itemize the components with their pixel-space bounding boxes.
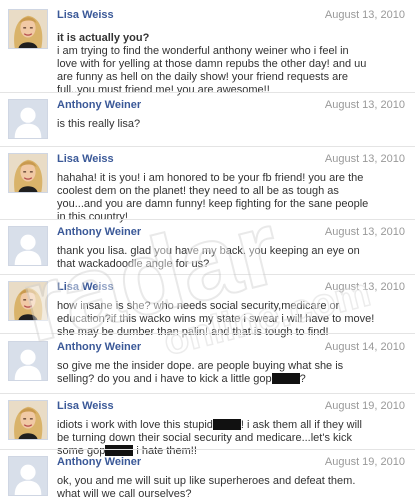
sender-name-link[interactable]: Anthony Weiner xyxy=(57,99,141,112)
message-text-line: that wackadoodle angle for us? xyxy=(57,258,210,270)
sender-name-link[interactable]: Anthony Weiner xyxy=(57,456,141,469)
sender-name-link[interactable]: Lisa Weiss xyxy=(57,281,114,294)
profile-photo-avatar[interactable] xyxy=(8,400,48,440)
message-item: Anthony Weiner August 13, 2010 is this rea… xyxy=(0,99,415,139)
message-divider xyxy=(0,219,415,220)
sender-name-link[interactable]: Lisa Weiss xyxy=(57,9,114,22)
message-item: Lisa Weiss August 13, 2010 hahaha! it is y… xyxy=(0,153,415,224)
message-item: Lisa Weiss August 13, 2010 how insane is s… xyxy=(0,281,415,339)
profile-photo-avatar[interactable] xyxy=(8,281,48,321)
user-silhouette-icon xyxy=(9,342,47,380)
sender-name-link[interactable]: Lisa Weiss xyxy=(57,153,114,166)
profile-photo-avatar[interactable] xyxy=(8,9,48,49)
message-text-line: love with for yelling at those damn repu… xyxy=(57,58,367,70)
message-date: August 13, 2010 xyxy=(324,99,405,111)
default-profile-avatar[interactable] xyxy=(8,99,48,139)
redaction-bar xyxy=(271,373,300,384)
message-date: August 13, 2010 xyxy=(324,281,405,293)
message-text-line: what will we call ourselves? xyxy=(57,488,192,500)
message-text-line: it is actually you? xyxy=(57,32,150,44)
message-item: Anthony Weiner August 19, 2010 ok, you and… xyxy=(0,456,415,501)
profile-photo-avatar[interactable] xyxy=(8,153,48,193)
message-text-line: be turning down their social security an… xyxy=(57,432,352,444)
user-silhouette-icon xyxy=(9,227,47,265)
sender-name-link[interactable]: Anthony Weiner xyxy=(57,226,141,239)
message-divider xyxy=(0,92,415,93)
message-item: Anthony Weiner August 14, 2010 so give me … xyxy=(0,341,415,386)
message-thread: Lisa Weiss August 13, 2010 it is actually … xyxy=(0,0,415,502)
message-text-line: coolest dem on the planet! they need to … xyxy=(57,185,339,197)
message-item: Lisa Weiss August 13, 2010 it is actually … xyxy=(0,9,415,97)
message-text-line: is this really lisa? xyxy=(57,118,141,130)
message-divider xyxy=(0,393,415,394)
default-profile-avatar[interactable] xyxy=(8,226,48,266)
message-text-line: in this country! xyxy=(57,211,128,223)
message-item: Anthony Weiner August 13, 2010 thank you l… xyxy=(0,226,415,271)
redaction-bar xyxy=(105,445,134,456)
default-profile-avatar[interactable] xyxy=(8,341,48,381)
message-text-line: hahaha! it is you! i am honored to be yo… xyxy=(57,172,364,184)
message-date: August 13, 2010 xyxy=(324,226,405,238)
profile-photo-icon xyxy=(9,282,47,320)
profile-photo-icon xyxy=(9,154,47,192)
message-text-line: idiots i work with love this stupid! i a… xyxy=(57,419,362,431)
message-text-line: ok, you and me will suit up like superhe… xyxy=(57,475,356,487)
message-divider xyxy=(0,146,415,147)
message-date: August 13, 2010 xyxy=(324,9,405,21)
profile-photo-icon xyxy=(9,401,47,439)
sender-name-link[interactable]: Lisa Weiss xyxy=(57,400,114,413)
message-text-line: selling? do you and i have to kick a lit… xyxy=(57,373,306,385)
message-date: August 19, 2010 xyxy=(324,400,405,412)
message-divider xyxy=(0,333,415,334)
message-date: August 14, 2010 xyxy=(324,341,405,353)
default-profile-avatar[interactable] xyxy=(8,456,48,496)
message-text-line: full..you must friend me! you are awesom… xyxy=(57,84,270,96)
message-text-line: i am trying to find the wonderful anthon… xyxy=(57,45,349,57)
profile-photo-icon xyxy=(9,10,47,48)
message-text-line: how insane is she? who needs social secu… xyxy=(57,300,340,312)
message-date: August 13, 2010 xyxy=(324,153,405,165)
user-silhouette-icon xyxy=(9,100,47,138)
message-text-line: you...and you are damn funny! keep fight… xyxy=(57,198,369,210)
message-text-line: thank you lisa. glad you have my back. y… xyxy=(57,245,360,257)
user-silhouette-icon xyxy=(9,457,47,495)
redaction-bar xyxy=(212,419,241,430)
sender-name-link[interactable]: Anthony Weiner xyxy=(57,341,141,354)
message-text-line: so give me the insider dope. are people … xyxy=(57,360,344,372)
message-divider xyxy=(0,274,415,275)
message-date: August 19, 2010 xyxy=(324,456,405,468)
message-divider xyxy=(0,449,415,450)
message-text-line: are funny as hell on the daily show! you… xyxy=(57,71,349,83)
message-text-line: education?if this wacko wins my state i … xyxy=(57,313,375,325)
